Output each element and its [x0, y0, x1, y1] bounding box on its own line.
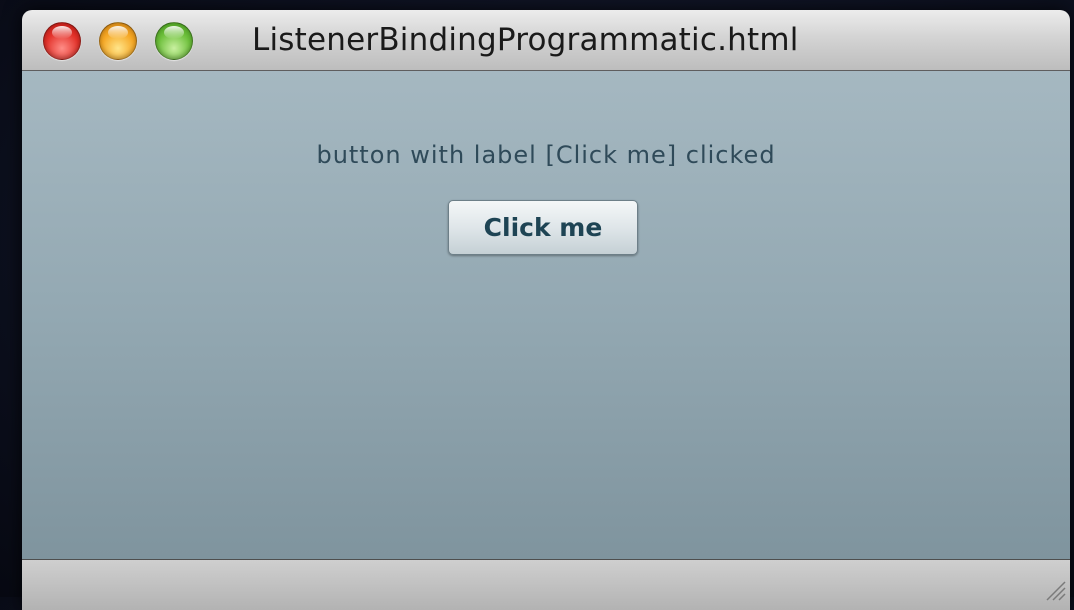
status-bar — [22, 559, 1070, 610]
content-area: button with label [Click me] clicked Cli… — [22, 71, 1070, 559]
app-window: ListenerBindingProgrammatic.html button … — [22, 10, 1070, 610]
click-status-message: button with label [Click me] clicked — [316, 141, 776, 169]
title-bar[interactable]: ListenerBindingProgrammatic.html — [22, 10, 1070, 71]
minimize-window-button[interactable] — [99, 22, 137, 60]
click-me-button[interactable]: Click me — [448, 200, 638, 255]
window-title: ListenerBindingProgrammatic.html — [252, 22, 799, 58]
close-window-button[interactable] — [43, 22, 81, 60]
zoom-window-button[interactable] — [155, 22, 193, 60]
